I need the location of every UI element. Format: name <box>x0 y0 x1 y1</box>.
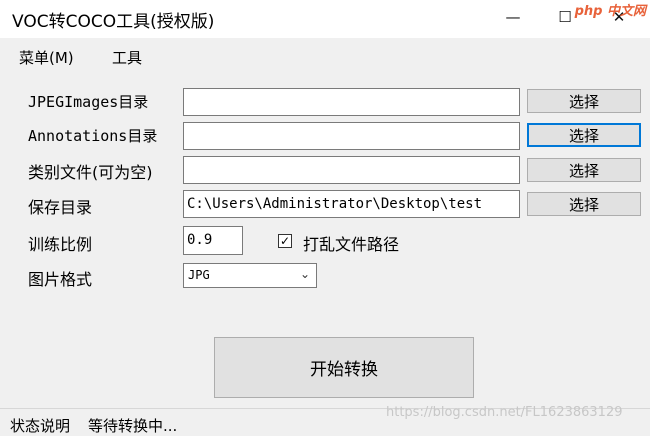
menu-item-menu[interactable]: 菜单(M) <box>19 47 74 68</box>
minimize-button[interactable]: — <box>490 0 536 34</box>
start-convert-button[interactable]: 开始转换 <box>214 337 474 398</box>
title-bar: VOC转COCO工具(授权版) — ☐ ✕ php 中文网 <box>0 0 650 38</box>
menu-bar: 菜单(M) 工具 <box>0 38 650 76</box>
save-dir-path-input[interactable]: C:\Users\Administrator\Desktop\test <box>183 190 520 218</box>
shuffle-checkbox[interactable]: ✓ <box>278 234 292 248</box>
check-icon: ✓ <box>279 234 291 248</box>
menu-item-tools[interactable]: 工具 <box>112 47 142 68</box>
chevron-down-icon: ⌄ <box>299 267 310 281</box>
image-format-label: 图片格式 <box>28 270 93 289</box>
save-dir-select-button[interactable]: 选择 <box>527 192 641 216</box>
status-label: 状态说明 <box>10 417 71 435</box>
shuffle-label: 打乱文件路径 <box>303 235 400 254</box>
save-dir-label: 保存目录 <box>28 198 93 217</box>
class-file-select-button[interactable]: 选择 <box>527 158 641 182</box>
class-file-label: 类别文件(可为空) <box>28 163 153 182</box>
jpegimages-path-input[interactable] <box>183 88 520 116</box>
watermark-logo: php 中文网 <box>574 4 646 19</box>
train-ratio-label: 训练比例 <box>28 235 93 254</box>
class-file-path-input[interactable] <box>183 156 520 184</box>
image-format-select[interactable]: JPG ⌄ <box>183 263 317 288</box>
annotations-select-button[interactable]: 选择 <box>527 123 641 147</box>
train-ratio-input[interactable]: 0.9 <box>183 226 243 255</box>
jpegimages-label: JPEGImages目录 <box>28 93 149 111</box>
jpegimages-select-button[interactable]: 选择 <box>527 89 641 113</box>
window-title: VOC转COCO工具(授权版) <box>12 12 215 32</box>
watermark-credit: https://blog.csdn.net/FL1623863129 <box>386 405 623 420</box>
image-format-value: JPG <box>188 268 210 282</box>
annotations-path-input[interactable] <box>183 122 520 150</box>
status-text: 等待转换中... <box>88 417 178 435</box>
annotations-label: Annotations目录 <box>28 127 158 145</box>
